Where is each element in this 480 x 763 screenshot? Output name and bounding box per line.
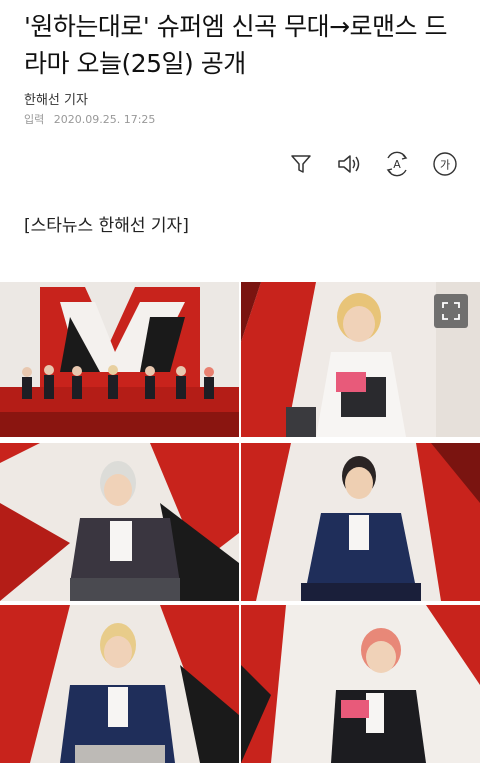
photo-gallery (0, 282, 480, 763)
translate-icon[interactable]: 가 (427, 146, 463, 182)
expand-icon[interactable] (434, 294, 468, 328)
date-value: 2020.09.25. 17:25 (53, 113, 156, 126)
photo-member-2[interactable] (0, 443, 239, 601)
publish-date: 입력 2020.09.25. 17:25 (24, 111, 155, 127)
article-headline: '원하는대로' 슈퍼엠 신곡 무대→로맨스 드라마 오늘(25일) 공개 (24, 12, 447, 78)
article-byline: [스타뉴스 한해선 기자] (24, 216, 189, 236)
photo-member-3[interactable] (241, 443, 480, 601)
photo-member-5[interactable] (241, 605, 480, 763)
photo-member-4[interactable] (0, 605, 239, 763)
font-size-glyph: A (393, 158, 401, 171)
translate-glyph: 가 (440, 159, 450, 172)
font-size-icon[interactable]: A (379, 146, 415, 182)
reporter-name[interactable]: 한해선 기자 (24, 89, 88, 108)
speaker-icon[interactable] (331, 146, 367, 182)
date-label: 입력 (24, 113, 45, 126)
article-toolbar: A 가 (283, 146, 463, 182)
filter-icon[interactable] (283, 146, 319, 182)
photo-group-stage[interactable] (0, 282, 239, 437)
